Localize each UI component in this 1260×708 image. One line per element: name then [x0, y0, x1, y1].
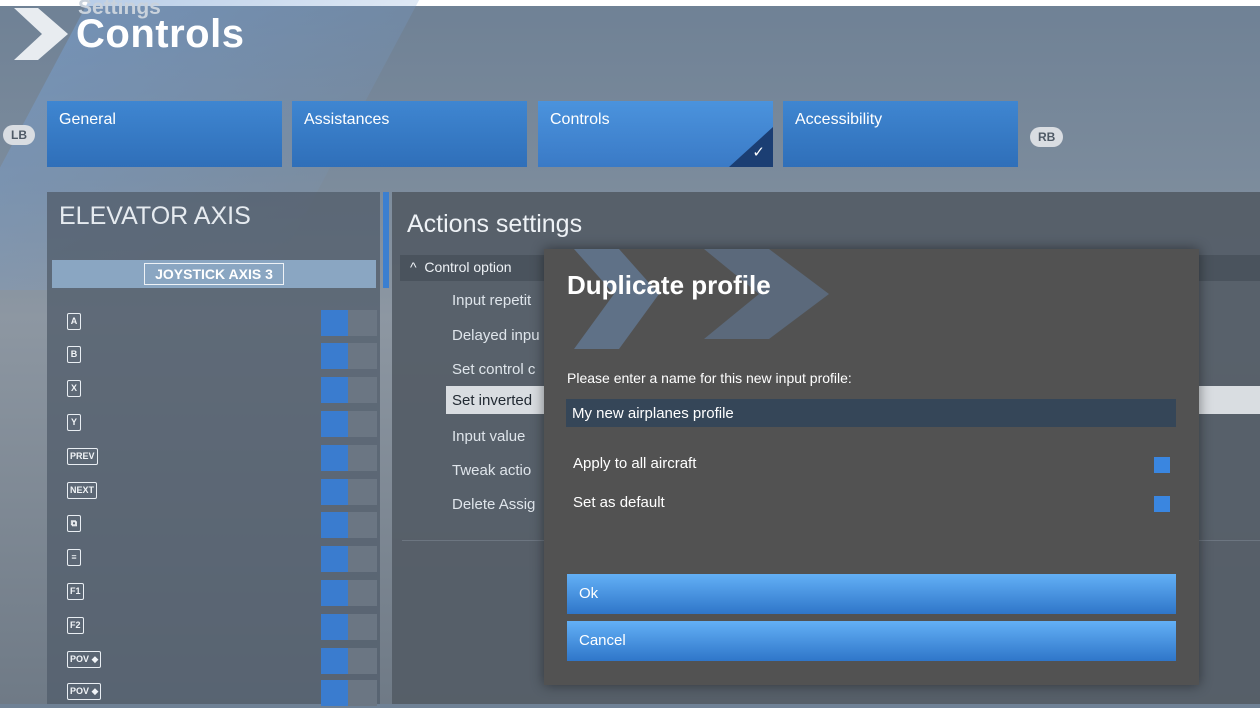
next-button-icon: NEXT — [67, 482, 98, 499]
dialog-prompt: Please enter a name for this new input p… — [567, 370, 852, 386]
header-chevron-icon — [14, 8, 68, 60]
toggle-fill — [321, 411, 348, 437]
tab-accessibility[interactable]: Accessibility — [783, 101, 1018, 167]
key-toggle[interactable] — [321, 512, 377, 538]
axis-binding-label: JOYSTICK AXIS 3 — [144, 263, 284, 285]
tab-label: Controls — [550, 111, 610, 128]
y-button-icon: Y — [67, 414, 81, 431]
key-toggle[interactable] — [321, 580, 377, 606]
key-row[interactable]: F1 — [52, 580, 377, 608]
key-toggle[interactable] — [321, 614, 377, 640]
toggle-fill — [321, 546, 348, 572]
menu-button-icon: ≡ — [67, 549, 81, 566]
tab-label: General — [59, 111, 116, 128]
setting-row-input-value[interactable]: Input value — [452, 428, 525, 445]
set-default-checkbox[interactable] — [1154, 496, 1170, 512]
toggle-fill — [321, 512, 348, 538]
tab-general[interactable]: General — [47, 101, 282, 167]
pov-up-button-icon: POV ◆ — [67, 651, 102, 668]
page-title: Controls — [76, 12, 245, 56]
option-label: Apply to all aircraft — [573, 455, 697, 472]
key-row[interactable]: PREV — [52, 445, 377, 473]
key-toggle[interactable] — [321, 377, 377, 403]
b-button-icon: B — [67, 346, 81, 363]
setting-row-set-inverted[interactable]: Set inverted — [452, 392, 532, 409]
setting-row-input-repetition[interactable]: Input repetit — [452, 292, 531, 309]
key-toggle[interactable] — [321, 479, 377, 505]
toggle-fill — [321, 377, 348, 403]
lb-bumper-icon[interactable]: LB — [3, 125, 35, 145]
key-toggle[interactable] — [321, 680, 377, 706]
toggle-fill — [321, 343, 348, 369]
rb-bumper-icon[interactable]: RB — [1030, 127, 1064, 147]
control-options-label: ^ Control option — [410, 259, 512, 275]
option-label: Set as default — [573, 494, 665, 511]
apply-all-checkbox[interactable] — [1154, 457, 1170, 473]
setting-row-delayed-input[interactable]: Delayed inpu — [452, 327, 540, 344]
key-toggle[interactable] — [321, 648, 377, 674]
key-row[interactable]: X — [52, 377, 377, 405]
toggle-fill — [321, 310, 348, 336]
tab-assistances[interactable]: Assistances — [292, 101, 527, 167]
toggle-fill — [321, 614, 348, 640]
left-panel-scrollbar[interactable] — [383, 192, 389, 288]
tab-controls[interactable]: Controls ✓ — [538, 101, 773, 167]
chevron-up-icon: ^ — [410, 259, 417, 275]
tab-label: Assistances — [304, 111, 390, 128]
f1-button-icon: F1 — [67, 583, 84, 600]
key-toggle[interactable] — [321, 343, 377, 369]
section-label: Control option — [424, 259, 512, 275]
top-strip — [0, 0, 1260, 6]
profile-name-input[interactable] — [566, 399, 1176, 427]
key-row[interactable]: B — [52, 343, 377, 371]
option-apply-all-aircraft[interactable]: Apply to all aircraft — [567, 452, 1177, 476]
toggle-fill — [321, 580, 348, 606]
a-button-icon: A — [67, 313, 81, 330]
checkmark-icon: ✓ — [752, 144, 765, 161]
x-button-icon: X — [67, 380, 81, 397]
key-row[interactable]: POV ◆ — [52, 648, 377, 676]
cancel-button[interactable]: Cancel — [567, 621, 1176, 661]
view-button-icon: ⧉ — [67, 515, 81, 532]
key-row[interactable]: ≡ — [52, 546, 377, 574]
option-set-as-default[interactable]: Set as default — [567, 491, 1177, 515]
dialog-title: Duplicate profile — [567, 270, 771, 300]
ok-button[interactable]: Ok — [567, 574, 1176, 614]
key-row[interactable]: Y — [52, 411, 377, 439]
key-row[interactable]: A — [52, 310, 377, 338]
prev-button-icon: PREV — [67, 448, 98, 465]
toggle-fill — [321, 648, 348, 674]
key-row[interactable]: NEXT — [52, 479, 377, 507]
toggle-fill — [321, 680, 348, 706]
tab-label: Accessibility — [795, 111, 883, 128]
toggle-fill — [321, 479, 348, 505]
pov-down-button-icon: POV ◆ — [67, 683, 102, 700]
key-toggle[interactable] — [321, 411, 377, 437]
setting-row-tweak-action[interactable]: Tweak actio — [452, 462, 531, 479]
setting-row-set-control[interactable]: Set control c — [452, 361, 535, 378]
tab-selected-corner — [729, 127, 773, 167]
f2-button-icon: F2 — [67, 617, 84, 634]
binding-title: ELEVATOR AXIS — [59, 202, 251, 230]
key-toggle[interactable] — [321, 546, 377, 572]
actions-settings-title: Actions settings — [407, 210, 583, 238]
toggle-fill — [321, 445, 348, 471]
key-toggle[interactable] — [321, 310, 377, 336]
setting-row-delete-assignment[interactable]: Delete Assig — [452, 496, 535, 513]
key-toggle[interactable] — [321, 445, 377, 471]
key-row[interactable]: F2 — [52, 614, 377, 642]
key-row[interactable]: ⧉ — [52, 512, 377, 540]
